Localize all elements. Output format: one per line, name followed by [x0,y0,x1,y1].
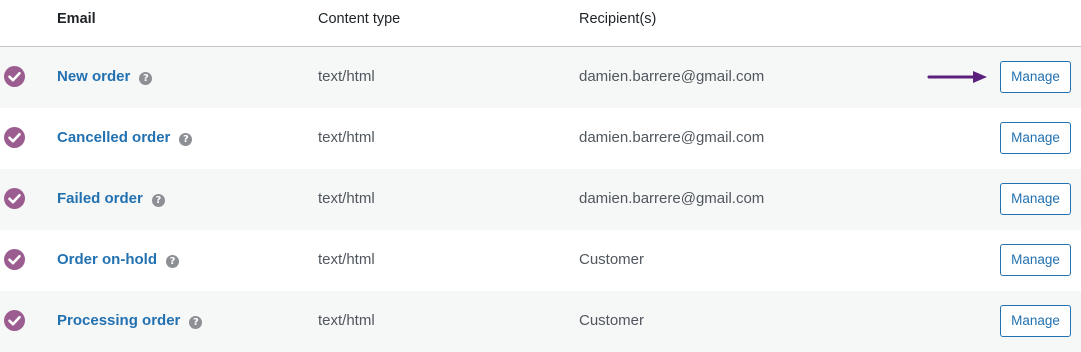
manage-button[interactable]: Manage [1000,183,1071,215]
content-type-cell: text/html [318,251,375,268]
recipient-cell: Customer [579,251,645,268]
recipient-cell: damien.barrere@gmail.com [579,129,765,146]
email-name-label: Cancelled order [57,129,171,146]
table-row: New order? text/html damien.barrere@gmai… [0,47,1081,108]
email-name-label: New order [57,68,131,85]
content-type-cell: text/html [318,312,375,329]
email-name-link[interactable]: Processing order? [57,312,203,329]
email-name-link[interactable]: Failed order? [57,190,165,207]
content-type-cell: text/html [318,68,375,85]
manage-button[interactable]: Manage [1000,61,1071,93]
email-name-link[interactable]: Cancelled order? [57,129,193,146]
help-icon[interactable]: ? [151,194,165,207]
content-type-cell: text/html [318,129,375,146]
help-icon[interactable]: ? [166,255,179,268]
email-name-label: Order on-hold [57,251,157,268]
recipient-cell: damien.barrere@gmail.com [579,190,765,207]
check-circle-icon [4,127,25,148]
help-icon[interactable]: ? [179,133,193,146]
manage-button[interactable]: Manage [1000,305,1071,337]
email-name-link[interactable]: Order on-hold? [57,251,179,268]
manage-button[interactable]: Manage [1000,122,1071,154]
help-icon[interactable]: ? [189,316,203,329]
column-header-recipients: Recipient(s) [579,11,657,27]
arrow-right-icon [927,71,987,83]
manage-button[interactable]: Manage [1000,244,1071,276]
table-row: Failed order? text/html damien.barrere@g… [0,169,1081,230]
column-header-email: Email [57,11,96,27]
email-name-link[interactable]: New order? [57,68,153,85]
check-circle-icon [4,249,25,270]
table-row: Order on-hold? text/html Customer Manage [0,230,1081,291]
check-circle-icon [4,310,25,331]
help-icon[interactable]: ? [139,72,153,85]
recipient-cell: damien.barrere@gmail.com [579,68,765,85]
email-notifications-table: Email Content type Recipient(s) New orde… [0,0,1081,352]
table-row: Processing order? text/html Customer Man… [0,291,1081,352]
email-name-label: Failed order [57,190,143,207]
content-type-cell: text/html [318,190,375,207]
column-header-content-type: Content type [318,11,401,27]
check-circle-icon [4,66,25,87]
email-name-label: Processing order [57,312,181,329]
table-row: Cancelled order? text/html damien.barrer… [0,108,1081,169]
table-header: Email Content type Recipient(s) [0,0,1081,47]
recipient-cell: Customer [579,312,645,329]
check-circle-icon [4,188,25,209]
